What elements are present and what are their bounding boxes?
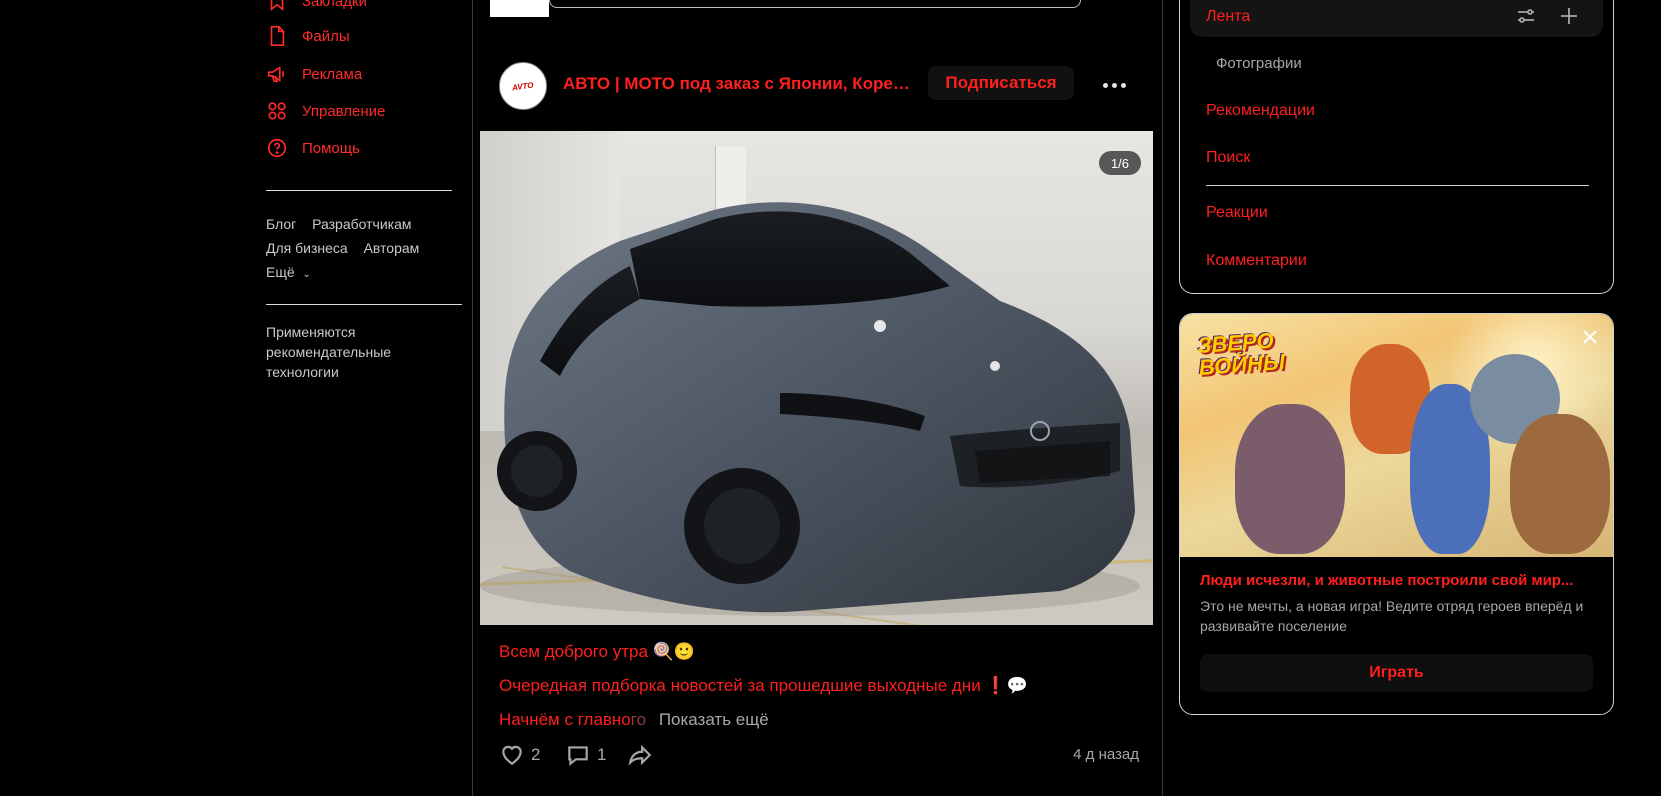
more-dot-icon [1111,82,1117,88]
post-text-line: Всем доброго утра 🍭🙂 [499,642,695,661]
footer-more-label: Ещё [266,264,295,280]
ad-description: Это не мечты, а новая игра! Ведите отряд… [1200,598,1584,634]
comment-icon [568,746,588,766]
nav-item-files[interactable]: Файлы [266,23,350,49]
feed-filter-search[interactable]: Поиск [1206,149,1250,167]
ad-card: ЗВЕРО ВОЙНЫ Люди исчезли, и животные пос… [1179,313,1614,715]
help-icon [266,137,288,159]
like-button[interactable]: 2 [499,740,540,770]
feed-filter-active[interactable]: Лента [1190,0,1603,37]
post-photo[interactable]: 1/6 [480,131,1153,625]
file-icon [266,25,288,47]
share-icon [628,744,652,766]
ad-character-hedgehog [1235,404,1345,554]
footer-divider [266,304,462,305]
settings-sliders-icon[interactable] [1514,4,1538,28]
comment-button[interactable]: 1 [565,740,606,770]
nav-item-label: Файлы [302,27,350,45]
like-count: 2 [531,745,541,764]
post-text-fade: го [630,710,647,729]
nav-item-label: Помощь [302,139,360,157]
photo-counter: 1/6 [1099,151,1141,175]
subscribe-button[interactable]: Подписаться [928,66,1074,100]
megaphone-icon [266,63,288,85]
heart-icon [502,745,522,765]
nav-item-help[interactable]: Помощь [266,135,360,161]
show-more-link[interactable]: Показать ещё [659,710,769,729]
footer-link-business[interactable]: Для бизнеса [266,240,348,256]
more-dot-icon [1102,82,1108,88]
feed-filter-panel: Лента Фотографии Рекомендации Поиск Реак… [1179,0,1614,294]
group-name-link[interactable]: АВТО | МОТО под заказ с Японии, Кореи ..… [563,74,913,94]
more-options-button[interactable] [1099,70,1129,100]
footer-link-blog[interactable]: Блог [266,216,296,232]
panel-divider [1206,185,1589,186]
group-avatar[interactable]: AVTO [499,62,547,110]
ad-image[interactable]: ЗВЕРО ВОЙНЫ [1180,314,1613,557]
car-image [480,202,1140,616]
game-logo: ЗВЕРО ВОЙНЫ [1196,328,1286,380]
close-ad-button[interactable] [1577,324,1603,350]
feed-filter-recommendations[interactable]: Рекомендации [1206,102,1315,120]
share-button[interactable] [627,740,659,770]
close-icon [1583,330,1597,344]
recommendation-note: Применяются рекомендательные технологии [266,324,392,380]
nav-divider [266,190,452,191]
feed-label: Лента [1206,8,1251,25]
previous-post-input [549,0,1081,8]
post-time: 4 д назад [1073,746,1139,763]
footer-more[interactable]: Ещё ⌄ [266,260,466,287]
comment-count: 1 [597,745,607,764]
ad-play-button[interactable]: Играть [1200,654,1593,692]
post-text-line: Начнём с главного Показать ещё [499,710,769,730]
ad-character-eagle [1510,414,1610,554]
chevron-down-icon: ⌄ [302,269,311,280]
feed-filter-photos[interactable]: Фотографии [1216,55,1302,72]
plus-icon[interactable] [1557,4,1581,28]
feed-filter-reactions[interactable]: Реакции [1206,204,1268,222]
footer-link-developers[interactable]: Разработчикам [312,216,411,232]
footer-links: Блог Разработчикам Для бизнеса Авторам Е… [266,212,466,287]
post-text-fragment: Начнём с главно [499,710,631,729]
bookmark-icon [266,0,288,12]
post-actions: 2 1 4 д назад [499,740,1139,770]
footer-link-authors[interactable]: Авторам [364,240,420,256]
avatar-logo-text: AVTO [511,80,535,92]
post-header: AVTO АВТО | МОТО под заказ с Японии, Кор… [473,56,1162,114]
grid-icon [266,100,288,122]
nav-item-bookmarks[interactable]: Закладки [266,0,367,14]
nav-item-label: Управление [302,102,386,120]
nav-item-ads[interactable]: Реклама [266,61,362,87]
nav-item-label: Закладки [302,0,367,10]
nav-item-label: Реклама [302,65,363,83]
more-dot-icon [1120,82,1126,88]
post-text-line: Очередная подборка новостей за прошедшие… [499,676,1028,695]
ad-title[interactable]: Люди исчезли, и животные построили свой … [1200,572,1595,589]
nav-item-management[interactable]: Управление [266,98,385,124]
feed-column: AVTO АВТО | МОТО под заказ с Японии, Кор… [472,0,1163,796]
previous-post-fragment [490,0,549,17]
game-logo-line: ВОЙНЫ [1197,348,1286,380]
feed-filter-comments[interactable]: Комментарии [1206,252,1307,270]
